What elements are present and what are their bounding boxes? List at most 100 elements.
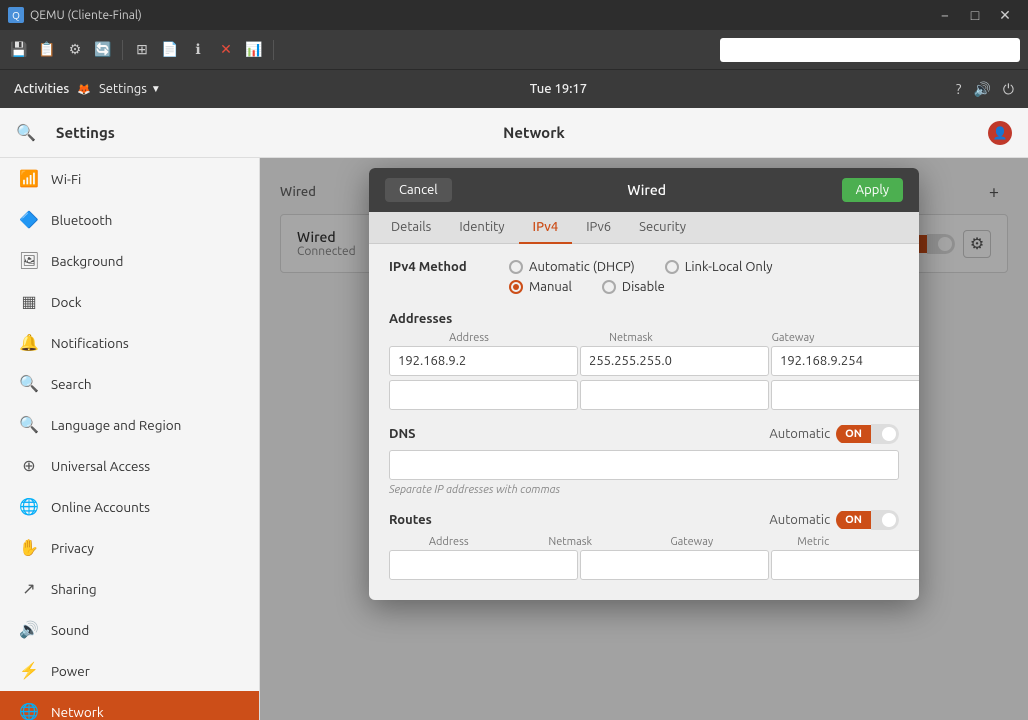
sidebar-item-search[interactable]: 🔍 Search (0, 363, 259, 404)
addr-col-gateway: Gateway (713, 332, 873, 344)
dns-toggle[interactable]: ON (836, 424, 899, 444)
addr-input-gateway-2[interactable] (771, 380, 919, 410)
wifi-icon: 📶 (19, 169, 39, 188)
routes-toggle-slider (871, 510, 899, 530)
language-icon: 🔍 (19, 415, 39, 434)
privacy-icon: ✋ (19, 538, 39, 557)
help-icon[interactable]: ? (956, 81, 961, 97)
sidebar-item-privacy[interactable]: ✋ Privacy (0, 527, 259, 568)
sharing-icon: ↗ (19, 579, 39, 598)
sidebar-item-online-accounts[interactable]: 🌐 Online Accounts (0, 486, 259, 527)
addr-input-gateway-1[interactable] (771, 346, 919, 376)
sidebar-item-wifi[interactable]: 📶 Wi-Fi (0, 158, 259, 199)
toolbar: 💾 📋 ⚙ 🔄 ⊞ 📄 ℹ ✕ 📊 (0, 30, 1028, 70)
stop-icon[interactable]: ✕ (215, 39, 237, 61)
sidebar-label-dock: Dock (51, 294, 82, 310)
radio-auto-dhcp (509, 260, 523, 274)
dns-header: DNS Automatic ON (389, 424, 899, 444)
modal-tabs: Details Identity IPv4 IPv6 Security (369, 212, 919, 244)
topbar-right: ? 🔊 ⏻ (956, 81, 1014, 98)
save-icon[interactable]: 💾 (8, 39, 30, 61)
addr-input-address-2[interactable] (389, 380, 578, 410)
sidebar-item-power[interactable]: ⚡ Power (0, 650, 259, 691)
minimize-button[interactable]: − (930, 0, 960, 30)
addr-input-netmask-1[interactable] (580, 346, 769, 376)
routes-col-headers: Address Netmask Gateway Metric (389, 536, 899, 548)
sidebar-label-language: Language and Region (51, 417, 181, 433)
sidebar-label-background: Background (51, 253, 123, 269)
volume-icon[interactable]: 🔊 (973, 81, 990, 98)
method-row2: Manual Disable (509, 280, 773, 294)
doc-icon[interactable]: 📄 (159, 39, 181, 61)
dns-section: DNS Automatic ON (389, 424, 899, 496)
modal-header: Cancel Wired Apply (369, 168, 919, 212)
addresses-section: Addresses Address Netmask Gateway ✕ (389, 312, 899, 410)
sidebar-item-universal-access[interactable]: ⊕ Universal Access (0, 445, 259, 486)
settings-search-icon[interactable]: 🔍 (16, 123, 36, 142)
routes-col-gateway: Gateway (632, 536, 752, 548)
addr-input-netmask-2[interactable] (580, 380, 769, 410)
dns-auto-container: Automatic ON (769, 424, 899, 444)
routes-section: Routes Automatic ON (389, 510, 899, 580)
tab-details[interactable]: Details (377, 212, 445, 244)
clipboard-icon[interactable]: 📋 (36, 39, 58, 61)
sidebar-item-network[interactable]: 🌐 Network (0, 691, 259, 720)
avatar-icon: 👤 (993, 126, 1008, 140)
settings-menu-button[interactable]: Settings ▼ (99, 82, 161, 96)
option-manual[interactable]: Manual (509, 280, 572, 294)
routes-col-netmask: Netmask (511, 536, 631, 548)
option-label-disable: Disable (622, 280, 665, 294)
info-icon[interactable]: ℹ (187, 39, 209, 61)
search-icon: 🔍 (19, 374, 39, 393)
sidebar-item-sharing[interactable]: ↗ Sharing (0, 568, 259, 609)
windows-icon[interactable]: ⊞ (131, 39, 153, 61)
option-disable[interactable]: Disable (602, 280, 665, 294)
routes-toggle[interactable]: ON (836, 510, 899, 530)
tab-ipv4[interactable]: IPv4 (519, 212, 573, 244)
window-title: QEMU (Cliente-Final) (30, 9, 142, 22)
wired-dialog: Cancel Wired Apply Details Identity IPv4… (369, 168, 919, 600)
routes-input-netmask-1[interactable] (580, 550, 769, 580)
power-icon[interactable]: ⏻ (1003, 81, 1014, 98)
tab-ipv6[interactable]: IPv6 (572, 212, 625, 244)
sidebar-item-background[interactable]: 🖼 Background (0, 240, 259, 281)
method-options-container: Automatic (DHCP) Link-Local Only (509, 260, 773, 294)
close-button[interactable]: ✕ (990, 0, 1020, 30)
dns-title: DNS (389, 427, 416, 441)
ipv4-method-section: IPv4 Method Automatic (DHCP) (389, 260, 899, 294)
option-automatic-dhcp[interactable]: Automatic (DHCP) (509, 260, 635, 274)
option-link-local[interactable]: Link-Local Only (665, 260, 773, 274)
addr-input-address-1[interactable] (389, 346, 578, 376)
modal-body: IPv4 Method Automatic (DHCP) (369, 244, 919, 600)
routes-input-gateway-1[interactable] (771, 550, 919, 580)
dns-toggle-knob (882, 427, 896, 441)
sidebar-item-language[interactable]: 🔍 Language and Region (0, 404, 259, 445)
tab-identity[interactable]: Identity (445, 212, 518, 244)
activities-button[interactable]: Activities (14, 82, 69, 96)
refresh-icon[interactable]: 🔄 (92, 39, 114, 61)
dns-input[interactable] (389, 450, 899, 480)
settings-app-title: Settings (46, 124, 368, 141)
routes-input-address-1[interactable] (389, 550, 578, 580)
sidebar-label-notifications: Notifications (51, 335, 129, 351)
radio-link-local (665, 260, 679, 274)
content-area: Wired + Wired Connected ON ⚙ (260, 158, 1028, 720)
tab-security[interactable]: Security (625, 212, 700, 244)
modal-overlay: Cancel Wired Apply Details Identity IPv4… (260, 158, 1028, 720)
sidebar-item-bluetooth[interactable]: 🔷 Bluetooth (0, 199, 259, 240)
chart-icon[interactable]: 📊 (243, 39, 265, 61)
settings-icon[interactable]: ⚙ (64, 39, 86, 61)
sidebar-label-online-accounts: Online Accounts (51, 499, 150, 515)
routes-header-row: Routes Automatic ON (389, 510, 899, 530)
dns-auto-label: Automatic (769, 427, 830, 441)
topbar-left: Activities 🦊 Settings ▼ (14, 82, 161, 96)
addr-column-headers: Address Netmask Gateway (389, 332, 899, 344)
modal-cancel-button[interactable]: Cancel (385, 178, 452, 202)
toolbar-search-input[interactable] (720, 38, 1020, 62)
sidebar-item-sound[interactable]: 🔊 Sound (0, 609, 259, 650)
modal-apply-button[interactable]: Apply (842, 178, 903, 202)
sidebar-label-sound: Sound (51, 622, 89, 638)
sidebar-item-dock[interactable]: ▦ Dock (0, 281, 259, 322)
sidebar-item-notifications[interactable]: 🔔 Notifications (0, 322, 259, 363)
maximize-button[interactable]: □ (960, 0, 990, 30)
